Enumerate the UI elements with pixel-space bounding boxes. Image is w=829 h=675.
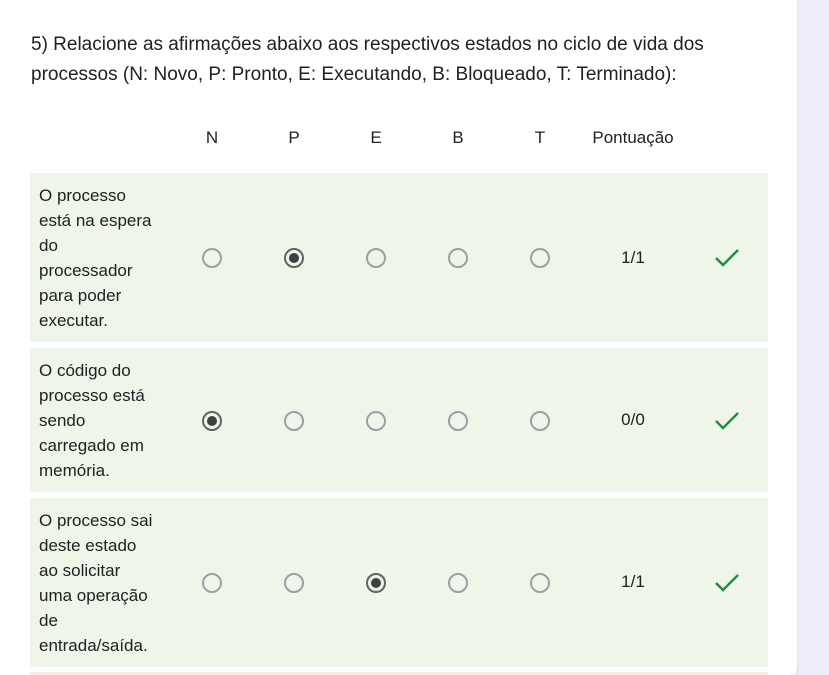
- check-icon: [715, 249, 739, 267]
- radio-row3-e[interactable]: [366, 573, 386, 593]
- row-score: 1/1: [621, 572, 645, 591]
- radio-row2-b[interactable]: [448, 411, 468, 431]
- row-label: O código do processo está sendo carregad…: [39, 361, 145, 480]
- grid-header: N P E B T Pontuação: [0, 128, 797, 156]
- radio-row2-p[interactable]: [284, 411, 304, 431]
- grid-row-2: O código do processo está sendo carregad…: [30, 348, 768, 492]
- column-header-b: B: [452, 128, 464, 147]
- column-header-n: N: [205, 128, 219, 147]
- check-icon: [715, 574, 739, 592]
- radio-row3-b[interactable]: [448, 573, 468, 593]
- radio-row2-n[interactable]: [202, 411, 222, 431]
- column-header-t: T: [534, 128, 546, 147]
- row-label: O processo está na espera do processador…: [39, 186, 152, 330]
- radio-row2-e[interactable]: [366, 411, 386, 431]
- radio-row1-t[interactable]: [530, 248, 550, 268]
- row-score: 0/0: [621, 410, 645, 429]
- row-label: O processo sai deste estado ao solicitar…: [39, 511, 153, 655]
- question-card: 5) Relacione as afirmações abaixo aos re…: [0, 0, 797, 675]
- radio-row3-n[interactable]: [202, 573, 222, 593]
- grid-row-1: O processo está na espera do processador…: [30, 173, 768, 342]
- question-title: 5) Relacione as afirmações abaixo aos re…: [31, 34, 704, 85]
- column-header-p: P: [288, 128, 300, 147]
- radio-row2-t[interactable]: [530, 411, 550, 431]
- radio-row3-t[interactable]: [530, 573, 550, 593]
- grid-row-3: O processo sai deste estado ao solicitar…: [30, 498, 768, 667]
- row-score: 1/1: [621, 248, 645, 267]
- radio-row1-e[interactable]: [366, 248, 386, 268]
- radio-row1-n[interactable]: [202, 248, 222, 268]
- page-margin: [797, 0, 829, 675]
- column-header-score: Pontuação: [592, 128, 674, 147]
- check-icon: [715, 412, 739, 430]
- radio-row1-p[interactable]: [284, 248, 304, 268]
- radio-row1-b[interactable]: [448, 248, 468, 268]
- radio-row3-p[interactable]: [284, 573, 304, 593]
- column-header-e: E: [370, 128, 382, 147]
